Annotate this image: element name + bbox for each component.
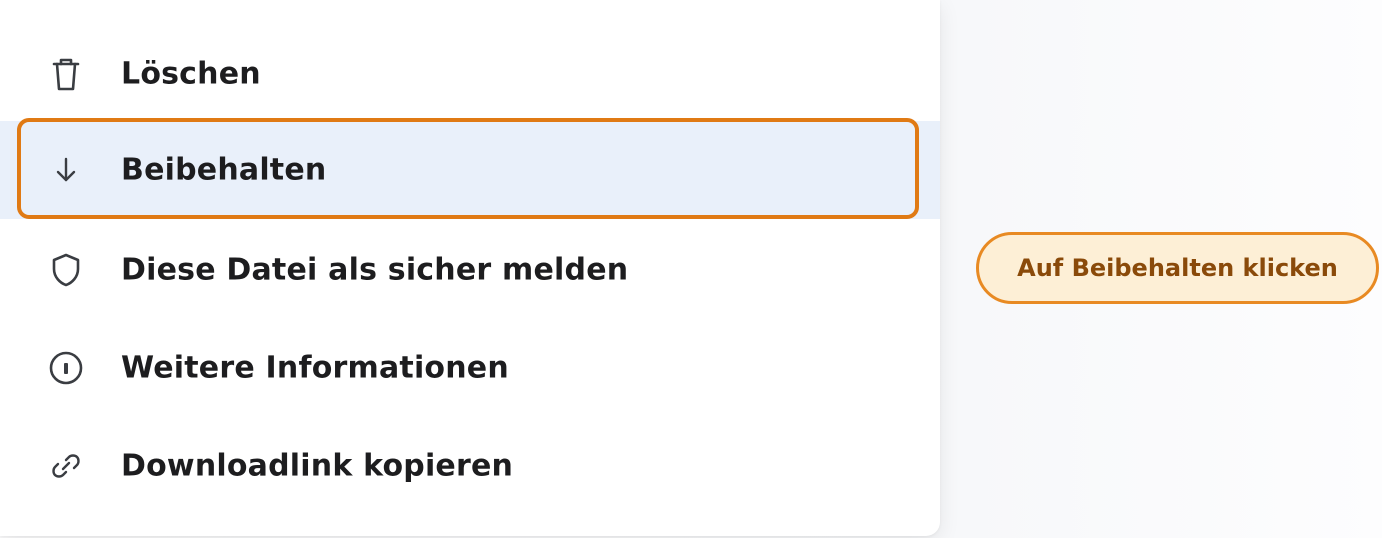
instruction-hint-badge: Auf Beibehalten klicken xyxy=(976,232,1379,304)
menu-item-label: Diese Datei als sicher melden xyxy=(121,252,629,288)
menu-item-label: Downloadlink kopieren xyxy=(121,448,514,484)
link-icon xyxy=(48,448,84,484)
menu-item-more-info[interactable]: Weitere Informationen xyxy=(0,319,940,417)
shield-icon xyxy=(48,252,84,288)
download-context-menu: Löschen Beibehalten Diese Datei als sich… xyxy=(0,0,940,536)
menu-item-delete[interactable]: Löschen xyxy=(0,25,940,123)
menu-item-report-safe[interactable]: Diese Datei als sicher melden xyxy=(0,221,940,319)
menu-item-label: Weitere Informationen xyxy=(121,350,509,386)
menu-item-keep[interactable]: Beibehalten xyxy=(0,121,940,219)
arrow-down-icon xyxy=(48,152,84,188)
hint-text: Auf Beibehalten klicken xyxy=(1017,254,1338,282)
menu-item-copy-link[interactable]: Downloadlink kopieren xyxy=(0,417,940,515)
trash-icon xyxy=(48,56,84,92)
info-icon xyxy=(48,350,84,386)
menu-item-label: Löschen xyxy=(121,56,261,92)
menu-item-label: Beibehalten xyxy=(121,152,327,188)
